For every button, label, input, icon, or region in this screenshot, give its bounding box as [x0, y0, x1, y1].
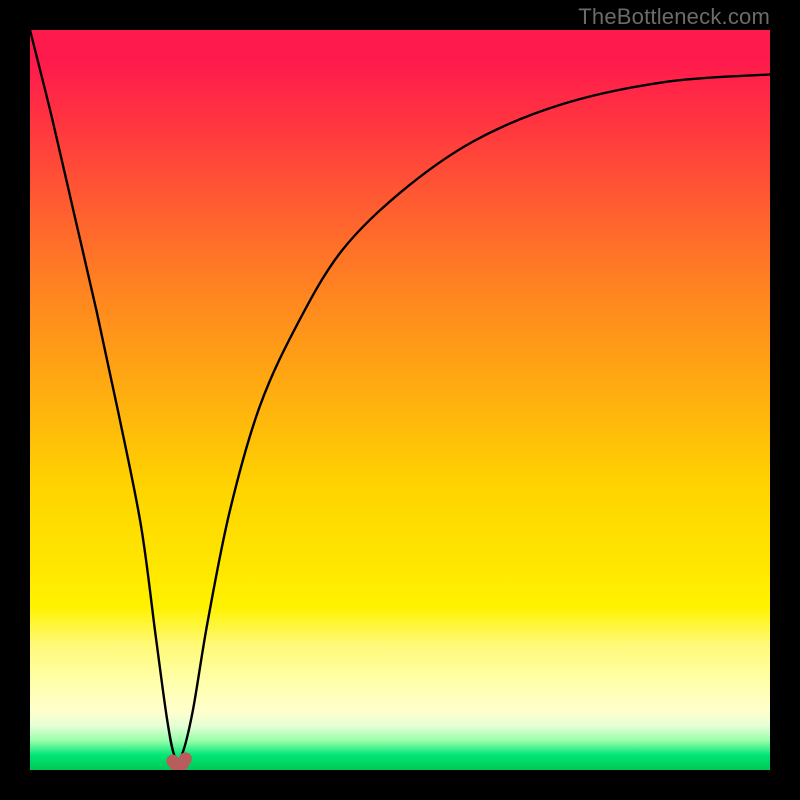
- optimal-marker: [166, 752, 192, 767]
- outer-frame: TheBottleneck.com: [0, 0, 800, 800]
- bottleneck-curve: [30, 30, 770, 760]
- attribution-text: TheBottleneck.com: [578, 4, 770, 30]
- optimal-point-high: [179, 752, 192, 765]
- plot-area: [30, 30, 770, 770]
- optimal-point-low: [166, 755, 179, 768]
- chart-svg: [30, 30, 770, 770]
